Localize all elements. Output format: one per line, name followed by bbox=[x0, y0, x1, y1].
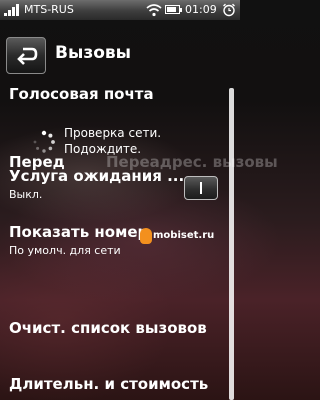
scrollbar[interactable] bbox=[229, 88, 234, 400]
network-check-dialog: Проверка сети. Подождите. bbox=[32, 120, 202, 164]
wifi-icon bbox=[146, 4, 162, 17]
back-button[interactable] bbox=[6, 37, 46, 74]
back-arrow-icon bbox=[17, 47, 38, 65]
clock-time: 01:09 bbox=[185, 3, 217, 16]
watermark-logo-icon bbox=[140, 228, 152, 244]
menu-item-clear-call-list[interactable]: Очист. список вызовов bbox=[9, 318, 207, 338]
signal-bars-icon bbox=[4, 4, 20, 16]
dialog-message: Проверка сети. Подождите. bbox=[64, 125, 161, 157]
operator-name: MTS-RUS bbox=[24, 3, 74, 16]
menu-item-voicemail[interactable]: Голосовая почта bbox=[9, 84, 154, 104]
dialog-line-1: Проверка сети. bbox=[64, 126, 162, 140]
watermark-text: mobiset.ru bbox=[153, 230, 215, 241]
loading-spinner-icon bbox=[33, 130, 55, 153]
status-bar: MTS-RUS 01:09 bbox=[0, 0, 240, 20]
call-waiting-value: Выкл. bbox=[9, 188, 43, 201]
alarm-clock-icon bbox=[223, 3, 235, 17]
dialog-line-2: Подождите. bbox=[64, 142, 142, 156]
menu-item-show-number[interactable]: Показать номер bbox=[9, 222, 148, 242]
page-title: Вызовы bbox=[55, 43, 132, 63]
menu-item-call-waiting[interactable]: Услуга ожидания ... bbox=[9, 166, 184, 186]
menu-item-duration-cost[interactable]: Длительн. и стоимость bbox=[9, 374, 208, 394]
call-waiting-toggle[interactable] bbox=[184, 176, 218, 200]
battery-icon bbox=[165, 5, 182, 14]
show-number-value: По умолч. для сети bbox=[9, 244, 121, 257]
